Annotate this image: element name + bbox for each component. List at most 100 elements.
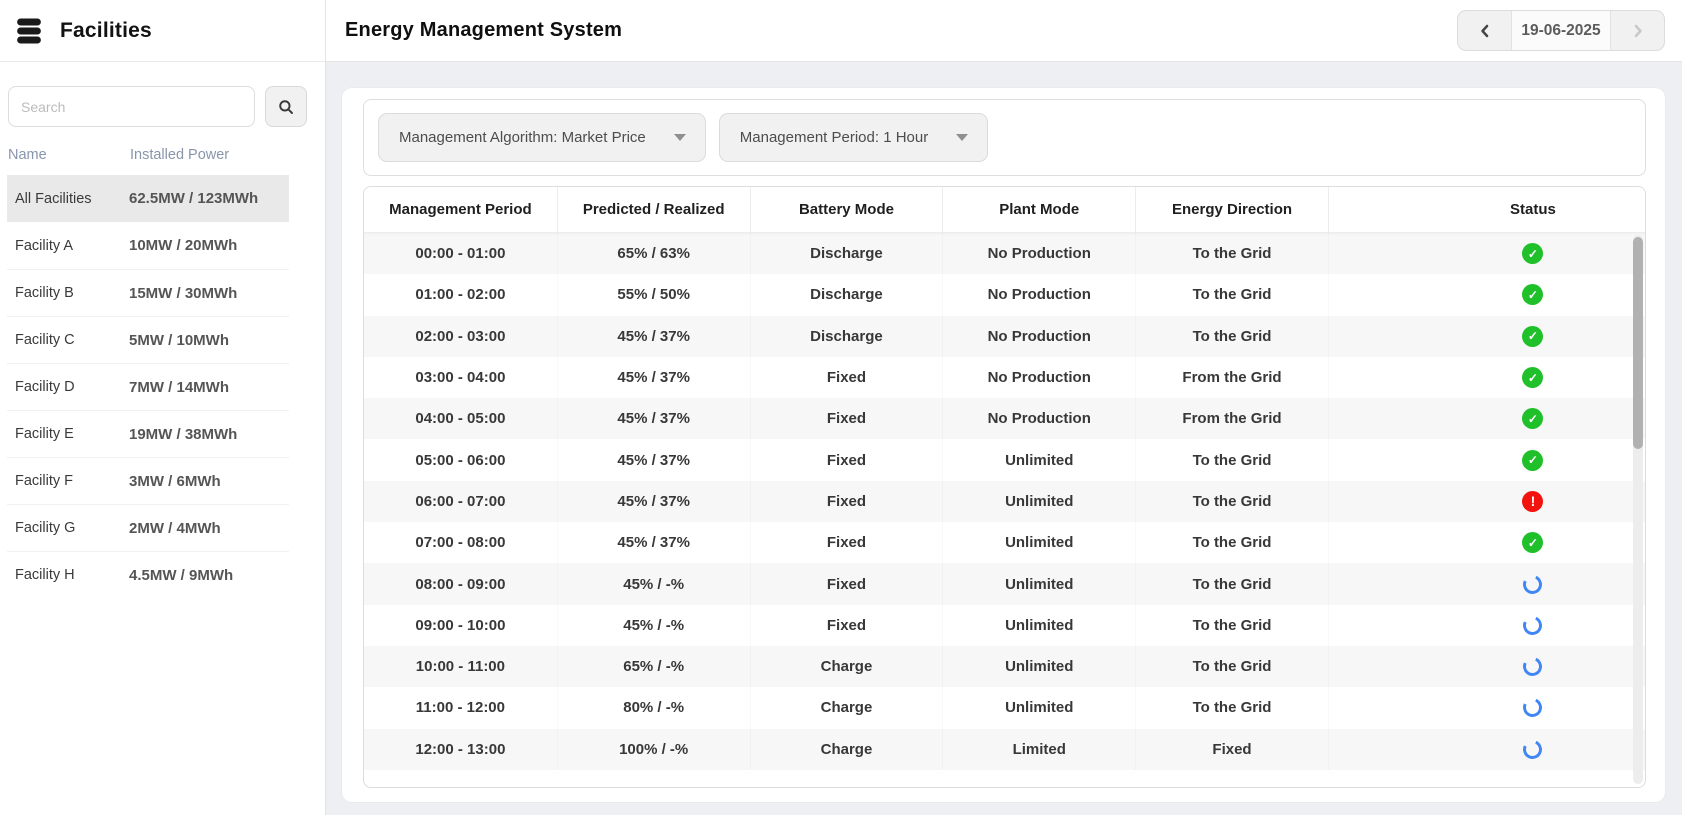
table-row: 07:00 - 08:00 45% / 37% Fixed Unlimited …: [364, 522, 1645, 563]
check-circle-icon: [1522, 243, 1543, 264]
cell-status: [1328, 274, 1645, 315]
facility-row-all[interactable]: All Facilities 62.5MW / 123MWh: [7, 175, 289, 222]
main-header: Energy Management System 19-06-2025: [326, 0, 1682, 62]
cell-predicted-realized: 65% / 63%: [557, 233, 750, 274]
spinner-icon: [1521, 737, 1545, 761]
column-header-plant-mode: Plant Mode: [942, 187, 1135, 232]
previous-day-button[interactable]: [1458, 11, 1511, 50]
cell-predicted-realized: 45% / 37%: [557, 481, 750, 522]
facility-power: 2MW / 4MWh: [129, 520, 221, 537]
facility-name: Facility F: [15, 473, 129, 489]
facility-power: 4.5MW / 9MWh: [129, 567, 233, 584]
cell-plant-mode: No Production: [942, 274, 1135, 315]
facility-row-h[interactable]: Facility H 4.5MW / 9MWh: [7, 551, 289, 598]
cell-predicted-realized: 65% / -%: [557, 646, 750, 687]
cell-status: [1328, 233, 1645, 274]
search-button[interactable]: [265, 86, 307, 127]
facility-row-a[interactable]: Facility A 10MW / 20MWh: [7, 222, 289, 269]
cell-predicted-realized: 45% / -%: [557, 563, 750, 604]
column-header-energy-direction: Energy Direction: [1135, 187, 1328, 232]
column-header-battery-mode: Battery Mode: [750, 187, 943, 232]
main-area: Energy Management System 19-06-2025: [326, 0, 1682, 815]
table-row: 00:00 - 01:00 65% / 63% Discharge No Pro…: [364, 233, 1645, 274]
facility-row-b[interactable]: Facility B 15MW / 30MWh: [7, 269, 289, 316]
column-header-status: Status: [1328, 187, 1645, 232]
cell-status: [1328, 316, 1645, 357]
column-header-management-period: Management Period: [364, 187, 557, 232]
table-row: 05:00 - 06:00 45% / 37% Fixed Unlimited …: [364, 439, 1645, 480]
cell-period: 12:00 - 13:00: [364, 729, 557, 770]
table-scrollbar-thumb[interactable]: [1633, 237, 1643, 449]
column-header-predicted-realized: Predicted / Realized: [557, 187, 750, 232]
cell-period: 00:00 - 01:00: [364, 233, 557, 274]
check-circle-icon: [1522, 326, 1543, 347]
cell-battery-mode: Fixed: [750, 563, 943, 604]
facility-row-g[interactable]: Facility G 2MW / 4MWh: [7, 504, 289, 551]
search-input[interactable]: [8, 86, 255, 127]
check-circle-icon: [1522, 284, 1543, 305]
facility-name: All Facilities: [15, 191, 129, 207]
cell-plant-mode: Unlimited: [942, 646, 1135, 687]
management-algorithm-dropdown[interactable]: Management Algorithm: Market Price: [378, 113, 706, 162]
cell-battery-mode: Discharge: [750, 316, 943, 357]
facility-row-f[interactable]: Facility F 3MW / 6MWh: [7, 457, 289, 504]
table-scrollbar-track[interactable]: [1633, 235, 1643, 784]
search-icon: [277, 98, 295, 116]
spinner-icon: [1521, 613, 1545, 637]
facility-name: Facility C: [15, 332, 129, 348]
app-root: Facilities Name Installed Power All Faci…: [0, 0, 1682, 815]
cell-plant-mode: Limited: [942, 729, 1135, 770]
management-period-dropdown[interactable]: Management Period: 1 Hour: [719, 113, 988, 162]
cell-battery-mode: Charge: [750, 646, 943, 687]
cell-energy-direction: To the Grid: [1135, 522, 1328, 563]
facility-name: Facility H: [15, 567, 129, 583]
chevron-right-icon: [1628, 21, 1648, 41]
cell-plant-mode: Unlimited: [942, 439, 1135, 480]
caret-down-icon: [956, 134, 968, 141]
column-header-installed-power: Installed Power: [130, 147, 229, 163]
cell-period: 04:00 - 05:00: [364, 398, 557, 439]
chevron-left-icon: [1475, 21, 1495, 41]
cell-battery-mode: Fixed: [750, 357, 943, 398]
table-row: 09:00 - 10:00 45% / -% Fixed Unlimited T…: [364, 605, 1645, 646]
management-card: Management Algorithm: Market Price Manag…: [342, 88, 1665, 802]
check-circle-icon: [1522, 367, 1543, 388]
cell-status: [1328, 605, 1645, 646]
facility-name: Facility G: [15, 520, 129, 536]
cell-battery-mode: Discharge: [750, 274, 943, 315]
cell-energy-direction: To the Grid: [1135, 481, 1328, 522]
cell-energy-direction: From the Grid: [1135, 398, 1328, 439]
date-control: 19-06-2025: [1457, 10, 1665, 51]
facility-list: All Facilities 62.5MW / 123MWh Facility …: [0, 175, 325, 598]
spinner-icon: [1521, 696, 1545, 720]
cell-battery-mode: Fixed: [750, 605, 943, 646]
cell-battery-mode: Charge: [750, 729, 943, 770]
cell-status: [1328, 729, 1645, 770]
spinner-icon: [1521, 654, 1545, 678]
page-title: Energy Management System: [345, 19, 622, 42]
table-row: 01:00 - 02:00 55% / 50% Discharge No Pro…: [364, 274, 1645, 315]
cell-predicted-realized: 45% / -%: [557, 605, 750, 646]
facility-name: Facility D: [15, 379, 129, 395]
cell-battery-mode: Fixed: [750, 398, 943, 439]
facility-power: 62.5MW / 123MWh: [129, 190, 258, 207]
cell-predicted-realized: 55% / 50%: [557, 274, 750, 315]
facility-row-e[interactable]: Facility E 19MW / 38MWh: [7, 410, 289, 457]
cell-energy-direction: To the Grid: [1135, 605, 1328, 646]
next-day-button[interactable]: [1611, 11, 1664, 50]
cell-predicted-realized: 80% / -%: [557, 687, 750, 728]
table-row: 04:00 - 05:00 45% / 37% Fixed No Product…: [364, 398, 1645, 439]
cell-period: 02:00 - 03:00: [364, 316, 557, 357]
facility-row-c[interactable]: Facility C 5MW / 10MWh: [7, 316, 289, 363]
facilities-sidebar: Facilities Name Installed Power All Faci…: [0, 0, 326, 815]
cell-energy-direction: To the Grid: [1135, 439, 1328, 480]
cell-period: 10:00 - 11:00: [364, 646, 557, 687]
column-header-name: Name: [8, 147, 130, 163]
cell-energy-direction: To the Grid: [1135, 233, 1328, 274]
facility-row-d[interactable]: Facility D 7MW / 14MWh: [7, 363, 289, 410]
cell-battery-mode: Charge: [750, 687, 943, 728]
table-row: 11:00 - 12:00 80% / -% Charge Unlimited …: [364, 687, 1645, 728]
cell-energy-direction: To the Grid: [1135, 274, 1328, 315]
date-display[interactable]: 19-06-2025: [1511, 11, 1611, 50]
cell-predicted-realized: 100% / -%: [557, 729, 750, 770]
